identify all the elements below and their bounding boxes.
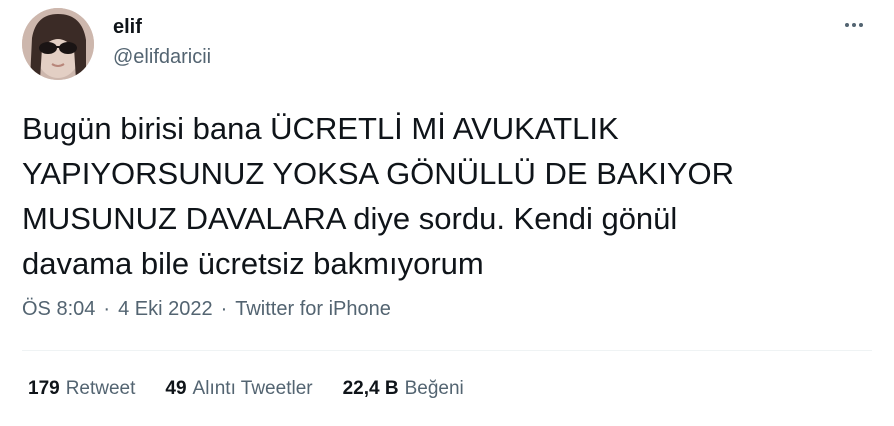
tweet-source[interactable]: Twitter for iPhone	[235, 298, 391, 321]
tweet-date[interactable]: 4 Eki 2022	[118, 298, 213, 321]
tweet-meta: ÖS 8:04 · 4 Eki 2022 · Twitter for iPhon…	[22, 298, 391, 321]
author-handle[interactable]: @elifdaricii	[113, 46, 211, 69]
quotes-count: 49	[165, 378, 187, 399]
avatar[interactable]	[22, 8, 94, 80]
divider	[22, 350, 872, 351]
likes-count: 22,4 B	[342, 378, 399, 399]
tweet-time[interactable]: ÖS 8:04	[22, 298, 95, 321]
retweets-label: Retweet	[65, 378, 136, 399]
meta-separator: ·	[220, 298, 228, 320]
quotes-stat[interactable]: 49 Alıntı Tweetler	[165, 378, 312, 400]
retweets-count: 179	[28, 378, 60, 399]
likes-stat[interactable]: 22,4 B Beğeni	[343, 378, 464, 400]
retweets-stat[interactable]: 179 Retweet	[28, 378, 135, 400]
likes-label: Beğeni	[404, 378, 464, 399]
tweet-text: Bugün birisi bana ÜCRETLİ Mİ AVUKATLIK Y…	[22, 111, 735, 281]
meta-separator: ·	[103, 298, 111, 320]
tweet-card: elif @elifdaricii Bugün birisi bana ÜCRE…	[0, 0, 894, 426]
tweet-stats: 179 Retweet 49 Alıntı Tweetler 22,4 B Be…	[28, 378, 464, 400]
more-options-icon[interactable]	[840, 14, 868, 36]
quotes-label: Alıntı Tweetler	[192, 378, 313, 399]
author-name[interactable]: elif	[113, 16, 142, 39]
